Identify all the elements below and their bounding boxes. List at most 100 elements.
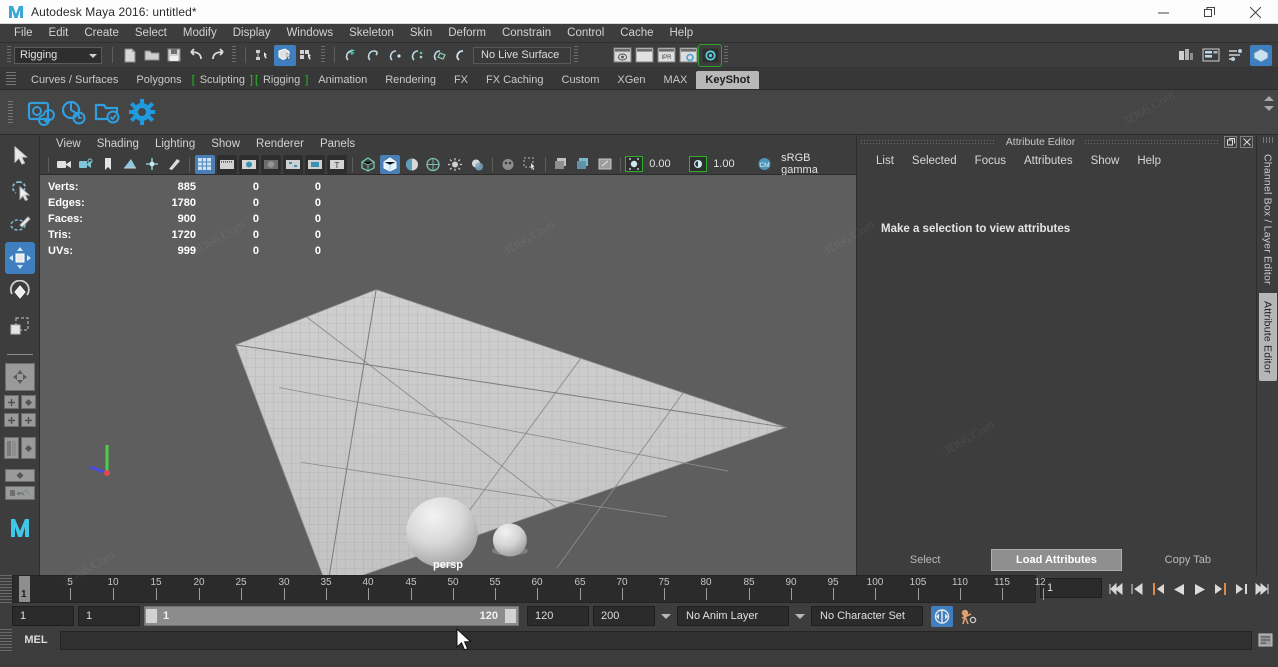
toolbar-grip[interactable] <box>321 46 325 64</box>
snap-to-point-icon[interactable] <box>385 45 407 66</box>
menu-item-modify[interactable]: Modify <box>175 24 225 43</box>
anim-layer-dropdown-arrow[interactable] <box>659 606 673 626</box>
menu-item-skeleton[interactable]: Skeleton <box>341 24 402 43</box>
ae-menu-list[interactable]: List <box>867 149 903 173</box>
make-live-icon[interactable] <box>451 45 473 66</box>
safe-title-icon[interactable]: T <box>326 154 347 174</box>
command-input[interactable] <box>60 630 1252 650</box>
viewport-menu-lighting[interactable]: Lighting <box>147 135 203 154</box>
viewport-menu-panels[interactable]: Panels <box>312 135 363 154</box>
render-region-icon[interactable] <box>633 45 655 66</box>
render-current-frame-icon[interactable] <box>611 45 633 66</box>
range-end-field[interactable]: 120 <box>527 606 589 626</box>
four-view-layout-b[interactable] <box>3 413 36 427</box>
time-slider-grip[interactable] <box>0 575 12 603</box>
shaded-wireframe-icon[interactable] <box>402 155 422 174</box>
lasso-select-tool-icon[interactable] <box>5 174 35 206</box>
perspective-viewport[interactable]: Verts: 885 0 0 Edges: 1780 0 0 Faces: 90… <box>40 175 856 575</box>
select-by-object-icon[interactable] <box>274 44 296 66</box>
wireframe-icon[interactable] <box>358 155 378 174</box>
persp-graph-layout[interactable] <box>4 469 35 482</box>
close-panel-icon[interactable] <box>1240 136 1254 148</box>
menu-item-file[interactable]: File <box>6 24 41 43</box>
toolbar-grip[interactable] <box>724 46 728 64</box>
shelf-tab-max[interactable]: MAX <box>655 71 697 89</box>
shelf-tab-xgen[interactable]: XGen <box>608 71 654 89</box>
auto-keyframe-icon[interactable] <box>931 605 953 627</box>
select-tool-icon[interactable] <box>5 140 35 172</box>
four-view-layout[interactable] <box>3 395 36 409</box>
menu-item-display[interactable]: Display <box>225 24 279 43</box>
shelf-tab-polygons[interactable]: Polygons <box>127 71 190 89</box>
exposure-toggle-icon[interactable] <box>625 156 644 172</box>
isolate-select-icon[interactable] <box>520 155 540 174</box>
step-back-keyframe-icon[interactable] <box>1127 578 1146 600</box>
viewport-hud-icon[interactable] <box>551 155 571 174</box>
gamma-value[interactable]: 1.00 <box>707 156 753 172</box>
gate-mask-icon[interactable] <box>260 154 281 174</box>
show-hide-channel-box-icon[interactable] <box>1250 44 1272 66</box>
ipr-render-icon[interactable]: IPR <box>655 45 677 66</box>
save-scene-icon[interactable] <box>163 45 185 66</box>
command-line-grip[interactable] <box>0 629 12 651</box>
ae-menu-selected[interactable]: Selected <box>903 149 966 173</box>
textured-icon[interactable] <box>424 155 444 174</box>
snap-to-grid-icon[interactable] <box>341 45 363 66</box>
animation-start-field[interactable]: 1 <box>12 606 74 626</box>
live-surface-field[interactable]: No Live Surface <box>473 46 571 64</box>
snap-to-view-plane-icon[interactable] <box>429 45 451 66</box>
exposure-value[interactable]: 0.00 <box>643 156 689 172</box>
range-slider-left-handle[interactable] <box>145 608 158 624</box>
time-slider[interactable]: 1 5 10 15 20 25 30 35 40 45 50 55 60 65 … <box>12 575 1046 603</box>
step-forward-frame-icon[interactable] <box>1211 578 1230 600</box>
script-editor-icon[interactable] <box>1252 633 1278 647</box>
show-hide-attribute-editor-icon[interactable] <box>1200 45 1222 66</box>
keyshot-folder-icon[interactable] <box>91 95 125 129</box>
keyshot-render-icon[interactable] <box>23 95 57 129</box>
panel-drag-handle[interactable] <box>861 138 996 146</box>
move-tool-icon[interactable] <box>4 242 35 274</box>
minimize-icon[interactable] <box>1140 0 1186 24</box>
menu-item-select[interactable]: Select <box>127 24 175 43</box>
restore-icon[interactable] <box>1186 0 1232 24</box>
side-tab-attribute-editor[interactable]: Attribute Editor <box>1258 292 1277 382</box>
single-perspective-layout[interactable] <box>4 363 35 391</box>
maya-bonus-icon[interactable] <box>5 512 35 544</box>
menu-item-skin[interactable]: Skin <box>402 24 440 43</box>
select-button[interactable]: Select <box>861 549 989 571</box>
paint-select-tool-icon[interactable] <box>5 208 35 240</box>
shelf-grip[interactable] <box>6 72 16 86</box>
new-scene-icon[interactable] <box>119 45 141 66</box>
command-language-label[interactable]: MEL <box>12 634 60 646</box>
show-hide-modeling-toolkit-icon[interactable] <box>1175 45 1197 66</box>
viewport-menu-view[interactable]: View <box>48 135 89 154</box>
shelf-tab-fx-caching[interactable]: FX Caching <box>477 71 552 89</box>
shelf-tab-animation[interactable]: Animation <box>309 71 376 89</box>
ae-menu-help[interactable]: Help <box>1128 149 1170 173</box>
range-slider[interactable]: 1 120 <box>144 606 519 626</box>
use-all-lights-icon[interactable] <box>445 155 465 174</box>
shelf-tab-sculpting[interactable]: Sculpting <box>191 71 254 89</box>
hypershade-layout[interactable] <box>4 486 35 500</box>
side-tab-channel-box[interactable]: Channel Box / Layer Editor <box>1259 146 1277 293</box>
color-management-icon[interactable]: CM <box>754 155 774 174</box>
side-tab-grip[interactable] <box>1262 137 1273 143</box>
menu-item-control[interactable]: Control <box>559 24 612 43</box>
resolution-gate-icon[interactable] <box>238 154 259 174</box>
film-origin-icon[interactable] <box>282 154 303 174</box>
render-settings-icon[interactable] <box>677 45 699 66</box>
range-slider-right-handle[interactable] <box>504 608 517 624</box>
select-by-component-icon[interactable] <box>296 45 318 66</box>
rotate-tool-icon[interactable] <box>5 276 35 308</box>
bookmark-icon[interactable] <box>98 155 118 174</box>
viewport-snapshot-icon[interactable] <box>595 155 615 174</box>
grease-pencil-icon[interactable] <box>164 155 184 174</box>
menu-set-selector[interactable]: Rigging <box>14 46 102 64</box>
open-scene-icon[interactable] <box>141 45 163 66</box>
redo-icon[interactable] <box>207 45 229 66</box>
shelf-icon-grip[interactable] <box>8 101 13 123</box>
current-frame-field[interactable]: 1 <box>1040 578 1102 598</box>
float-panel-icon[interactable] <box>1224 136 1238 148</box>
shadows-icon[interactable] <box>467 155 487 174</box>
viewport-menu-show[interactable]: Show <box>203 135 248 154</box>
